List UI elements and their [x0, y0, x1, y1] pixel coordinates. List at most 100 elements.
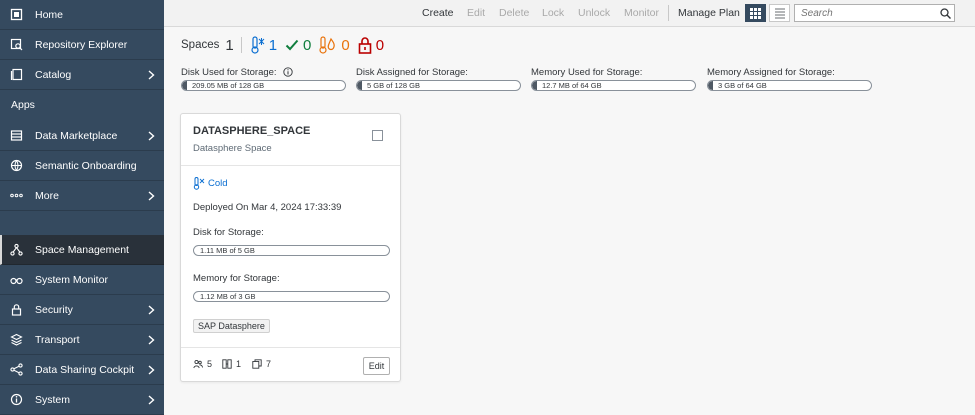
sidebar-item-label: Security [35, 303, 73, 316]
sidebar-item-space-management[interactable]: Space Management [0, 235, 164, 265]
memory-storage-value: 1.12 MB of 3 GB [200, 292, 256, 301]
list-view-button[interactable] [769, 4, 790, 22]
sidebar-item-label: Catalog [35, 68, 72, 81]
metric-label: Disk Used for Storage: [181, 66, 277, 78]
objects-count: 7 [252, 359, 271, 369]
delete-button[interactable]: Delete [499, 7, 529, 19]
search-field[interactable] [794, 4, 955, 22]
home-icon [8, 7, 24, 23]
search-input[interactable] [795, 5, 936, 21]
list-icon [774, 8, 785, 18]
metric-label: Memory Used for Storage: [531, 66, 643, 78]
sidebar-item-label: Home [35, 8, 64, 21]
sidebar-item-label: Data Sharing Cockpit [35, 363, 135, 376]
monitor-button[interactable]: Monitor [624, 7, 659, 19]
memory-storage-label: Memory for Storage: [193, 273, 280, 284]
sidebar-item-label: Transport [35, 333, 80, 346]
space-select-checkbox[interactable] [372, 130, 383, 141]
unlock-button[interactable]: Unlock [578, 7, 610, 19]
chevron-right-icon [146, 190, 156, 201]
thermometer-cold-icon [249, 36, 265, 54]
sidebar-item-label: Data Marketplace [35, 129, 118, 142]
info-icon[interactable] [282, 67, 293, 77]
monitor-icon [8, 272, 24, 288]
spaces-summary: Spaces 1 1 0 0 0 [181, 36, 392, 54]
deployed-date: Deployed On Mar 4, 2024 17:33:39 [193, 202, 342, 213]
sidebar-item-system-monitor[interactable]: System Monitor [0, 265, 164, 295]
transport-icon [8, 332, 24, 348]
users-count-value: 5 [207, 359, 213, 369]
sidebar-item-home[interactable]: Home [0, 0, 164, 30]
toolbar-separator [668, 5, 669, 21]
create-button[interactable]: Create [422, 7, 454, 19]
thermometer-hot-icon [319, 36, 337, 54]
tile-view-button[interactable] [745, 4, 766, 22]
metric-label: Memory Assigned for Storage: [707, 66, 835, 78]
chevron-right-icon [146, 334, 156, 345]
metric-disk-used: Disk Used for Storage: 209.05 MB of 128 … [181, 66, 346, 91]
sidebar-item-catalog[interactable]: Catalog [0, 60, 164, 90]
onboarding-icon [8, 158, 24, 174]
metric-label: Disk Assigned for Storage: [356, 66, 468, 78]
disk-storage-value: 1.11 MB of 5 GB [200, 246, 255, 255]
users-count: 5 [193, 359, 212, 369]
toolbar: Create Edit Delete Lock Unlock Monitor M… [164, 0, 975, 27]
space-card-subtitle: Datasphere Space [193, 143, 272, 154]
cold-spaces-filter[interactable]: 1 [249, 36, 277, 54]
hot-count: 0 [341, 36, 350, 54]
sidebar-item-data-marketplace[interactable]: Data Marketplace [0, 121, 164, 151]
repository-icon [8, 37, 24, 53]
ok-spaces-filter[interactable]: 0 [285, 37, 311, 54]
progress-bar: 12.7 MB of 64 GB [531, 80, 696, 91]
space-type-tag: SAP Datasphere [193, 319, 270, 333]
chevron-right-icon [146, 69, 156, 80]
connections-icon [222, 359, 232, 369]
hot-spaces-filter[interactable]: 0 [319, 36, 350, 54]
metric-disk-assigned: Disk Assigned for Storage: 5 GB of 128 G… [356, 66, 521, 91]
metric-value: 12.7 MB of 64 GB [542, 81, 602, 90]
metric-value: 209.05 MB of 128 GB [192, 81, 265, 90]
space-card[interactable]: DATASPHERE_SPACE Datasphere Space Cold D… [180, 113, 401, 382]
locked-count: 0 [375, 36, 385, 54]
chevron-right-icon [146, 130, 156, 141]
spaces-title: Spaces [181, 39, 220, 51]
edit-button[interactable]: Edit [467, 7, 485, 19]
chevron-right-icon [146, 394, 156, 405]
sidebar-item-more[interactable]: More [0, 181, 164, 211]
space-card-footer: 5 1 7 Edit [181, 347, 400, 381]
side-navigation: Home Repository Explorer Catalog Apps Da… [0, 0, 164, 415]
edit-space-button[interactable]: Edit [363, 357, 390, 375]
checkmark-icon [285, 38, 299, 52]
space-management-icon [8, 242, 24, 258]
sidebar-item-semantic-onboarding[interactable]: Semantic Onboarding [0, 151, 164, 181]
sidebar-item-label: Semantic Onboarding [35, 159, 137, 172]
space-status-label: Cold [208, 178, 228, 189]
progress-bar: 5 GB of 128 GB [356, 80, 521, 91]
connections-count: 1 [222, 359, 241, 369]
space-card-title: DATASPHERE_SPACE [193, 125, 311, 137]
metric-value: 5 GB of 128 GB [367, 81, 420, 90]
info-icon [8, 392, 24, 408]
manage-plan-button[interactable]: Manage Plan [678, 7, 740, 19]
sidebar-item-transport[interactable]: Transport [0, 325, 164, 355]
sidebar-item-repository-explorer[interactable]: Repository Explorer [0, 30, 164, 60]
search-icon[interactable] [936, 7, 954, 19]
sidebar-item-security[interactable]: Security [0, 295, 164, 325]
chevron-right-icon [146, 304, 156, 315]
sidebar-item-label: System Monitor [35, 273, 108, 286]
sidebar-item-label: Space Management [35, 243, 129, 256]
progress-bar: 209.05 MB of 128 GB [181, 80, 346, 91]
sidebar-item-label: System [35, 393, 71, 406]
lock-button[interactable]: Lock [542, 7, 564, 19]
disk-storage-bar: 1.11 MB of 5 GB [193, 245, 390, 256]
metric-memory-assigned: Memory Assigned for Storage: 3 GB of 64 … [707, 66, 872, 91]
share-icon [8, 362, 24, 378]
sidebar-item-data-sharing-cockpit[interactable]: Data Sharing Cockpit [0, 355, 164, 385]
locked-spaces-filter[interactable]: 0 [358, 36, 384, 54]
sidebar-item-system[interactable]: System [0, 385, 164, 415]
progress-bar: 3 GB of 64 GB [707, 80, 872, 91]
apps-section-label: Apps [11, 99, 35, 111]
thermometer-cold-icon [193, 177, 205, 190]
sidebar-item-label: More [35, 189, 59, 202]
sidebar-item-label: Repository Explorer [35, 38, 128, 51]
